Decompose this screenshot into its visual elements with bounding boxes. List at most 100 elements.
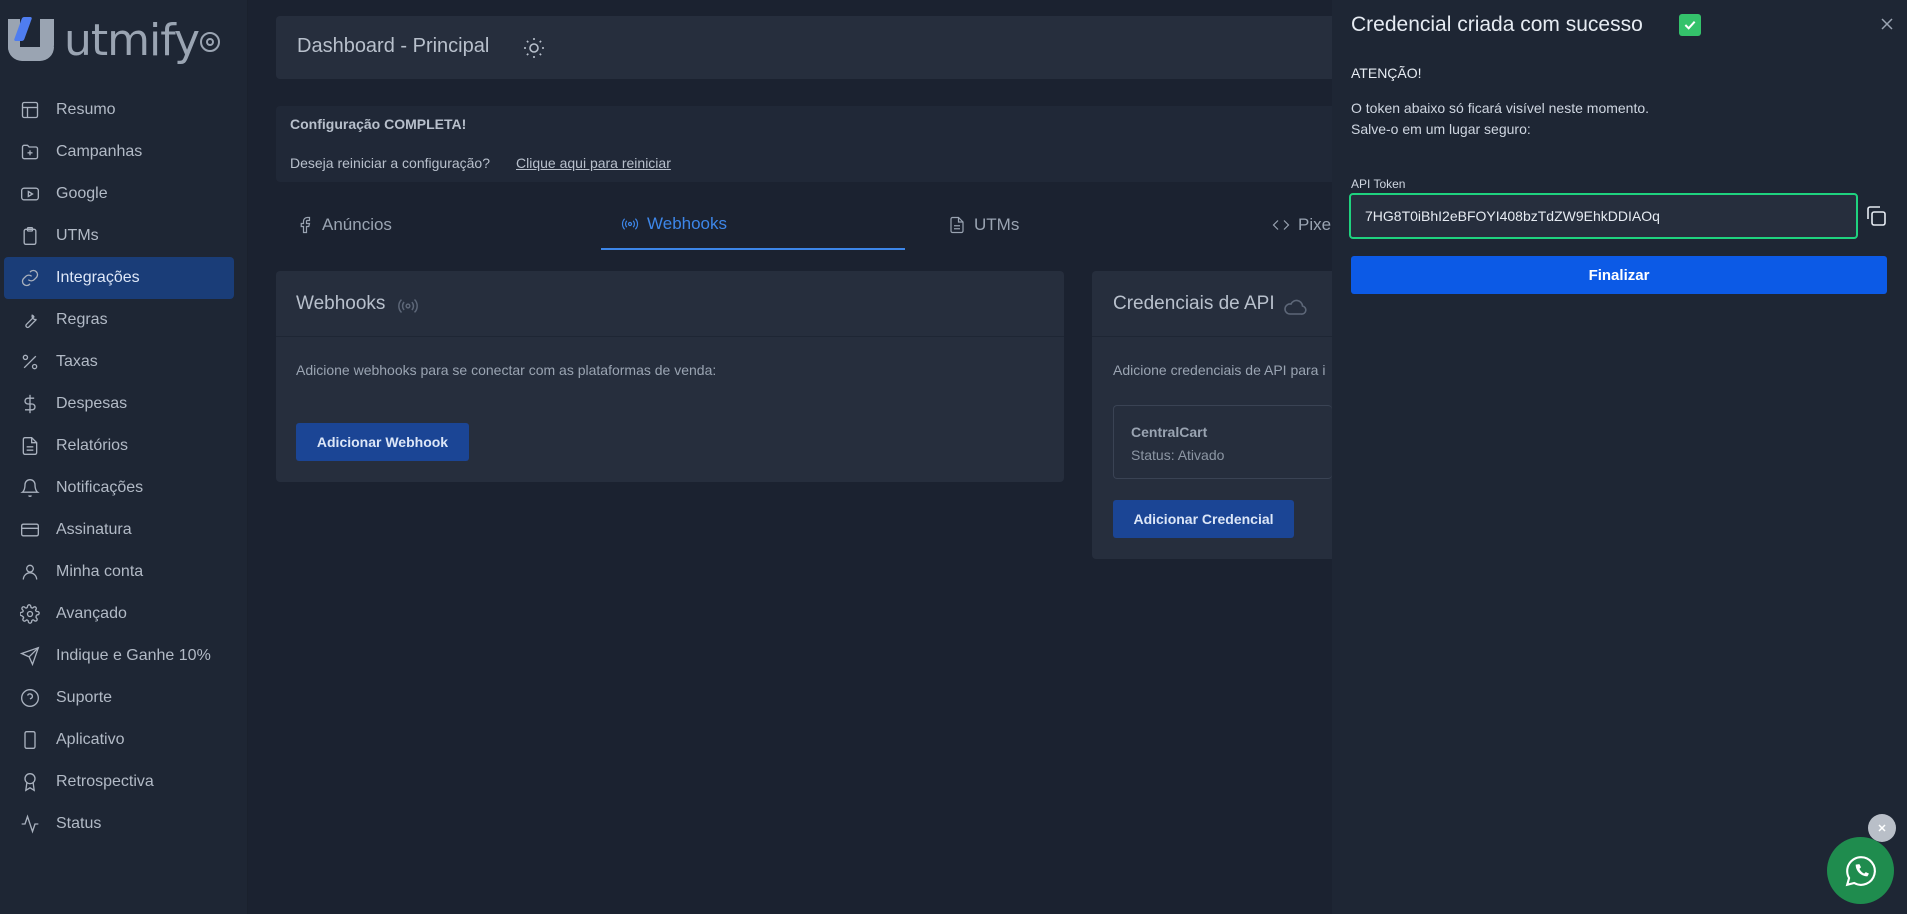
percent-icon [18,350,42,374]
page-title: Dashboard - Principal [297,35,490,57]
code-icon [1272,220,1290,230]
sidebar-item-integracoes[interactable]: Integrações [4,257,234,299]
sidebar-item-retrospectiva[interactable]: Retrospectiva [4,761,234,803]
target-icon[interactable] [198,30,222,54]
sidebar-item-label: Aplicativo [56,731,125,748]
credential-status: Status: Ativado [1131,447,1225,463]
config-question: Deseja reiniciar a configuração? [290,155,490,171]
tab-label: Pixe [1298,215,1332,234]
api-credentials-card: Credenciais de API Adicione credenciais … [1092,271,1332,559]
integration-tabs: Anúncios Webhooks UTMs Pixe [276,200,1356,250]
sidebar-item-label: Campanhas [56,143,143,160]
token-warning-line1: O token abaixo só ficará visível neste m… [1351,100,1650,116]
facebook-icon [300,216,311,234]
config-banner: Configuração COMPLETA! Deseja reiniciar … [276,106,1356,182]
credential-item[interactable]: CentralCart Status: Ativado [1113,405,1332,479]
tab-utms[interactable]: UTMs [948,200,1019,250]
sidebar-item-label: Minha conta [56,563,144,580]
card-title: Webhooks [296,293,386,314]
link-icon [18,266,42,290]
tab-pixel[interactable]: Pixe [1272,200,1331,250]
sidebar-item-label: Status [56,815,102,832]
tab-label: Webhooks [647,214,728,233]
api-token-input[interactable] [1349,193,1858,239]
card-title: Credenciais de API [1113,293,1275,314]
add-credential-button[interactable]: Adicionar Credencial [1113,500,1294,538]
sidebar-item-resumo[interactable]: Resumo [4,89,234,131]
sidebar-item-status[interactable]: Status [4,803,234,845]
send-icon [18,644,42,668]
sidebar-item-suporte[interactable]: Suporte [4,677,234,719]
sidebar-item-label: Google [56,185,108,202]
sidebar-item-regras[interactable]: Regras [4,299,234,341]
whatsapp-button[interactable] [1827,837,1894,904]
credential-name: CentralCart [1131,424,1208,440]
sidebar-item-label: Taxas [56,353,98,370]
sidebar-item-campanhas[interactable]: Campanhas [4,131,234,173]
close-icon[interactable] [1877,14,1897,34]
restart-config-link[interactable]: Clique aqui para reiniciar [516,155,671,171]
sidebar-item-despesas[interactable]: Despesas [4,383,234,425]
file-text-icon [950,216,964,234]
card-header: Credenciais de API [1092,271,1332,337]
smartphone-icon [18,728,42,752]
credential-drawer: Credencial criada com sucesso ATENÇÃO! O… [1332,0,1907,914]
bell-icon [18,476,42,500]
sidebar-item-taxas[interactable]: Taxas [4,341,234,383]
sidebar-item-relatorios[interactable]: Relatórios [4,425,234,467]
sidebar-item-label: UTMs [56,227,99,244]
sidebar-item-label: Avançado [56,605,127,622]
add-webhook-button[interactable]: Adicionar Webhook [296,423,469,461]
sidebar-item-label: Despesas [56,395,128,412]
finish-button[interactable]: Finalizar [1351,256,1887,294]
webhooks-card: Webhooks Adicione webhooks para se conec… [276,271,1064,482]
sidebar-item-label: Indique e Ganhe 10% [56,647,211,664]
sidebar-item-google[interactable]: Google [4,173,234,215]
gear-icon [18,602,42,626]
sidebar-item-label: Assinatura [56,521,132,538]
sidebar-item-indique[interactable]: Indique e Ganhe 10% [4,635,234,677]
file-icon [18,434,42,458]
token-warning-line2: Salve-o em um lugar seguro: [1351,121,1531,137]
card-description: Adicione credenciais de API para i [1113,362,1326,378]
utmify-logo-icon [6,15,54,65]
activity-icon [18,812,42,836]
tab-label: Anúncios [322,215,392,234]
sidebar-item-label: Integrações [56,269,140,286]
check-icon [1679,14,1701,36]
whatsapp-close-button[interactable] [1868,814,1896,842]
copy-icon[interactable] [1864,204,1888,228]
sidebar-item-utms[interactable]: UTMs [4,215,234,257]
sidebar-item-label: Regras [56,311,108,328]
sidebar-item-label: Resumo [56,101,116,118]
sidebar-item-notificacoes[interactable]: Notificações [4,467,234,509]
broadcast-icon [398,298,418,314]
attention-heading: ATENÇÃO! [1351,65,1422,81]
drawer-title: Credencial criada com sucesso [1351,13,1643,36]
card-description: Adicione webhooks para se conectar com a… [296,362,717,378]
sidebar: utmify Resumo Campanhas Google UTMs Inte… [0,0,248,914]
user-icon [18,560,42,584]
close-icon [1878,824,1886,832]
sidebar-item-label: Retrospectiva [56,773,154,790]
layout-icon [18,98,42,122]
sidebar-item-label: Notificações [56,479,144,496]
sidebar-item-minha-conta[interactable]: Minha conta [4,551,234,593]
page-header: Dashboard - Principal [276,16,1356,79]
award-icon [18,770,42,794]
tab-webhooks[interactable]: Webhooks [601,200,905,250]
help-circle-icon [18,686,42,710]
config-status: Configuração COMPLETA! [290,116,467,132]
whatsapp-icon [1845,855,1876,886]
sidebar-item-label: Relatórios [56,437,129,454]
dollar-icon [18,392,42,416]
sidebar-item-avancado[interactable]: Avançado [4,593,234,635]
sidebar-item-aplicativo[interactable]: Aplicativo [4,719,234,761]
credit-card-icon [18,518,42,542]
video-icon [18,182,42,206]
tab-label: UTMs [974,215,1020,234]
sidebar-item-assinatura[interactable]: Assinatura [4,509,234,551]
wrench-icon [18,308,42,332]
tab-anuncios[interactable]: Anúncios [296,200,392,250]
sun-icon[interactable] [522,36,546,60]
